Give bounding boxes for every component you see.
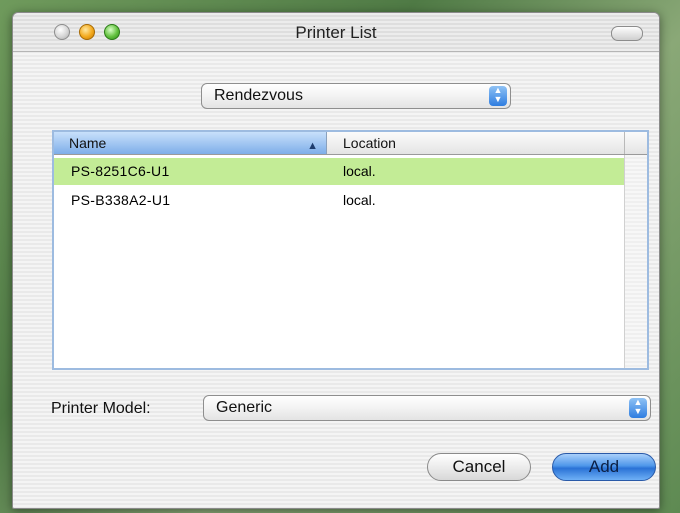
printer-model-value: Generic: [216, 399, 273, 416]
popup-stepper-icon: ▲ ▼: [489, 86, 507, 106]
printer-model-label: Printer Model:: [51, 400, 151, 417]
sort-ascending-icon: ▲: [307, 140, 318, 152]
table-row[interactable]: PS-B338A2-U1 local.: [54, 187, 629, 214]
add-button[interactable]: Add: [552, 453, 656, 481]
printer-table: Name ▲ Location PS-8251C6-U1 local. PS-B…: [52, 130, 649, 370]
vertical-scrollbar[interactable]: [624, 155, 647, 368]
window-title: Printer List: [295, 23, 377, 42]
printer-name-cell: PS-8251C6-U1: [71, 163, 170, 179]
column-header-name-label: Name: [69, 135, 107, 151]
column-header-name[interactable]: Name ▲: [54, 132, 327, 154]
printer-model-popup[interactable]: Generic ▲ ▼: [203, 395, 651, 421]
printer-location-cell: local.: [343, 192, 376, 208]
connection-type-value: Rendezvous: [214, 87, 303, 104]
column-header-location[interactable]: Location: [343, 132, 396, 154]
cancel-button[interactable]: Cancel: [427, 453, 531, 481]
printer-location-cell: local.: [343, 163, 376, 179]
printer-list-window: Printer List Rendezvous ▲ ▼ Name ▲ Locati…: [12, 12, 660, 509]
column-header-filler: [624, 132, 647, 154]
title-bar: Printer List: [13, 13, 659, 52]
popup-stepper-icon: ▲ ▼: [629, 398, 647, 418]
toolbar-toggle-button[interactable]: [611, 26, 643, 41]
table-header: Name ▲ Location: [54, 132, 647, 155]
printer-name-cell: PS-B338A2-U1: [71, 192, 171, 208]
table-row[interactable]: PS-8251C6-U1 local.: [54, 158, 629, 185]
connection-type-popup[interactable]: Rendezvous ▲ ▼: [201, 83, 511, 109]
